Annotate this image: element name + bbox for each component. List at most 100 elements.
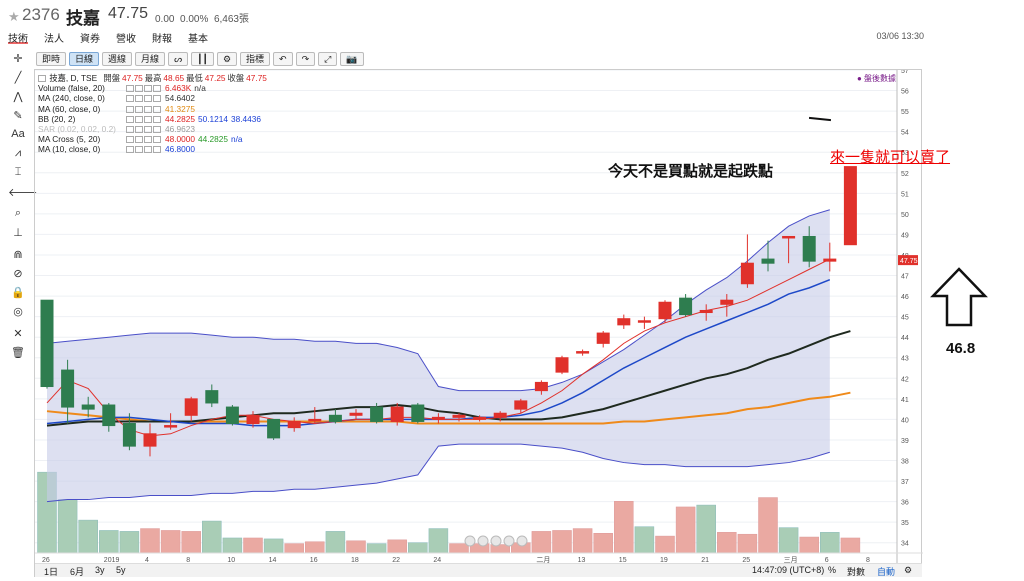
annotation-buy-or-drop: 今天不是買點就是起跌點 bbox=[608, 163, 774, 180]
range-1d[interactable]: 1日 bbox=[44, 565, 58, 578]
legend-label: MA (240, close, 0) bbox=[38, 93, 105, 104]
crosshair-icon[interactable]: ✛ bbox=[8, 52, 28, 70]
y-tick-label: 44 bbox=[901, 335, 909, 342]
toolbar-button-7[interactable]: 指標 bbox=[240, 52, 271, 66]
line-icon[interactable]: ╱ bbox=[8, 71, 28, 89]
chart-scroll-control[interactable] bbox=[464, 535, 476, 547]
toolbar-button-3[interactable]: 月線 bbox=[135, 52, 166, 66]
y-tick-label: 36 bbox=[901, 500, 909, 507]
tab-5[interactable]: 基本 bbox=[188, 30, 208, 45]
volume-bar bbox=[160, 530, 181, 554]
chart-scroll-control[interactable] bbox=[503, 535, 515, 547]
legend-controls-icon[interactable] bbox=[126, 144, 162, 154]
candle-body bbox=[493, 412, 507, 418]
chart-scroll-control[interactable] bbox=[516, 535, 528, 547]
volume-bar bbox=[99, 530, 119, 554]
brush-icon[interactable]: ✎ bbox=[8, 109, 28, 127]
settings-icon[interactable]: ⚙ bbox=[904, 565, 912, 576]
volume-bar bbox=[57, 499, 78, 554]
y-tick-label: 46 bbox=[901, 294, 909, 301]
legend-value: 6.463K bbox=[165, 83, 192, 94]
volume-bar bbox=[799, 536, 819, 554]
text-icon[interactable]: Aa bbox=[8, 128, 28, 146]
y-tick-label: 52 bbox=[901, 171, 909, 178]
measure-icon[interactable]: ⊥ bbox=[8, 226, 28, 244]
zoom-icon[interactable]: ⌕ bbox=[8, 207, 28, 225]
legend-controls-icon[interactable] bbox=[126, 134, 162, 144]
legend-controls-icon[interactable] bbox=[126, 114, 162, 124]
tools-icon[interactable]: ✕ bbox=[8, 327, 28, 345]
stock-change: 0.00 0.00% 6,463張 bbox=[155, 10, 249, 25]
bollinger-band-fill bbox=[47, 209, 830, 502]
magnet-icon[interactable]: ⋒ bbox=[8, 248, 28, 266]
candle-body bbox=[143, 433, 157, 447]
volume-bar bbox=[346, 540, 366, 554]
price-tag-label: 47.75 bbox=[900, 258, 918, 265]
toolbar-button-2[interactable]: 週線 bbox=[102, 52, 133, 66]
auto-toggle[interactable]: 自動 bbox=[877, 565, 895, 578]
volume-bar bbox=[428, 528, 449, 554]
y-tick-label: 38 bbox=[901, 459, 909, 466]
toolbar-button-1[interactable]: 日線 bbox=[69, 52, 100, 66]
range-6m[interactable]: 6月 bbox=[70, 565, 84, 578]
chart-scroll-control[interactable] bbox=[490, 535, 502, 547]
chart-scroll-control[interactable] bbox=[477, 535, 489, 547]
tab-1[interactable]: 法人 bbox=[44, 30, 64, 45]
ohlc-label-0: 開盤 bbox=[103, 73, 121, 83]
trash-icon[interactable]: 🗑 bbox=[8, 346, 28, 364]
y-tick-label: 51 bbox=[901, 191, 909, 198]
volume-bar bbox=[820, 532, 840, 554]
volume-bar bbox=[202, 520, 222, 554]
log-toggle[interactable]: 對數 bbox=[847, 565, 865, 578]
volume-bar bbox=[675, 506, 696, 554]
legend-controls-icon[interactable] bbox=[126, 104, 162, 114]
tab-4[interactable]: 財報 bbox=[152, 30, 172, 45]
toolbar-button-5[interactable]: ┃┃ bbox=[191, 52, 214, 66]
y-tick-label: 49 bbox=[901, 232, 909, 239]
arrow-left-icon[interactable]: 🡐 bbox=[8, 185, 38, 203]
range-5y[interactable]: 5y bbox=[116, 565, 126, 575]
up-arrow-icon bbox=[930, 267, 988, 327]
volume-bar bbox=[449, 543, 469, 554]
toolbar-button-4[interactable]: ᔕ bbox=[168, 52, 189, 66]
pattern-icon[interactable]: ⩘ bbox=[8, 147, 28, 165]
candle-body bbox=[431, 416, 445, 420]
bottom-range-bar: 1日 6月 3y 5y 14:47:09 (UTC+8) % 對數 自動 ⚙ bbox=[35, 563, 922, 577]
toolbar-button-6[interactable]: ⚙ bbox=[216, 52, 238, 66]
legend-controls-icon[interactable] bbox=[126, 124, 162, 134]
legend-controls-icon[interactable] bbox=[126, 83, 162, 93]
candle-body bbox=[205, 390, 219, 404]
range-3y[interactable]: 3y bbox=[95, 565, 105, 575]
tab-0[interactable]: 技術 bbox=[8, 30, 28, 45]
toolbar-button-11[interactable]: 📷 bbox=[340, 52, 364, 66]
candle-body bbox=[534, 381, 548, 392]
lock-draw-icon[interactable]: ⊘ bbox=[8, 267, 28, 285]
legend-toggle-icon[interactable] bbox=[38, 75, 46, 82]
legend-controls-icon[interactable] bbox=[126, 93, 162, 103]
candle-body bbox=[658, 301, 672, 320]
toolbar-button-8[interactable]: ↶ bbox=[273, 52, 293, 66]
after-hours-label[interactable]: ● 盤後數據 bbox=[857, 73, 896, 84]
candle-body bbox=[267, 418, 281, 439]
toolbar-button-0[interactable]: 即時 bbox=[36, 52, 67, 66]
volume-bar bbox=[284, 543, 304, 554]
lock-icon[interactable]: 🔒 bbox=[8, 286, 28, 304]
legend-row: Volume (false, 20) 6.463K n/a bbox=[38, 83, 368, 93]
percent-toggle[interactable]: % bbox=[828, 565, 836, 575]
candle-body bbox=[287, 420, 301, 429]
fork-icon[interactable]: ⋀ bbox=[8, 90, 28, 108]
tab-3[interactable]: 營收 bbox=[116, 30, 136, 45]
ohlc-label-1: 最高 bbox=[144, 73, 162, 83]
candle-body bbox=[782, 235, 796, 239]
tab-2[interactable]: 資券 bbox=[80, 30, 100, 45]
volume-bar bbox=[593, 533, 613, 554]
toolbar-button-10[interactable]: ⤢ bbox=[318, 52, 338, 66]
volume-bar bbox=[634, 526, 655, 554]
volume-bar bbox=[119, 531, 140, 554]
y-tick-label: 40 bbox=[901, 417, 909, 424]
favorite-star-icon[interactable]: ★ bbox=[8, 9, 20, 25]
eye-icon[interactable]: ◎ bbox=[8, 305, 28, 323]
ohlc-value-0: 47.75 bbox=[122, 73, 143, 83]
toolbar-button-9[interactable]: ↷ bbox=[295, 52, 316, 66]
fib-icon[interactable]: ⌶ bbox=[8, 166, 28, 184]
